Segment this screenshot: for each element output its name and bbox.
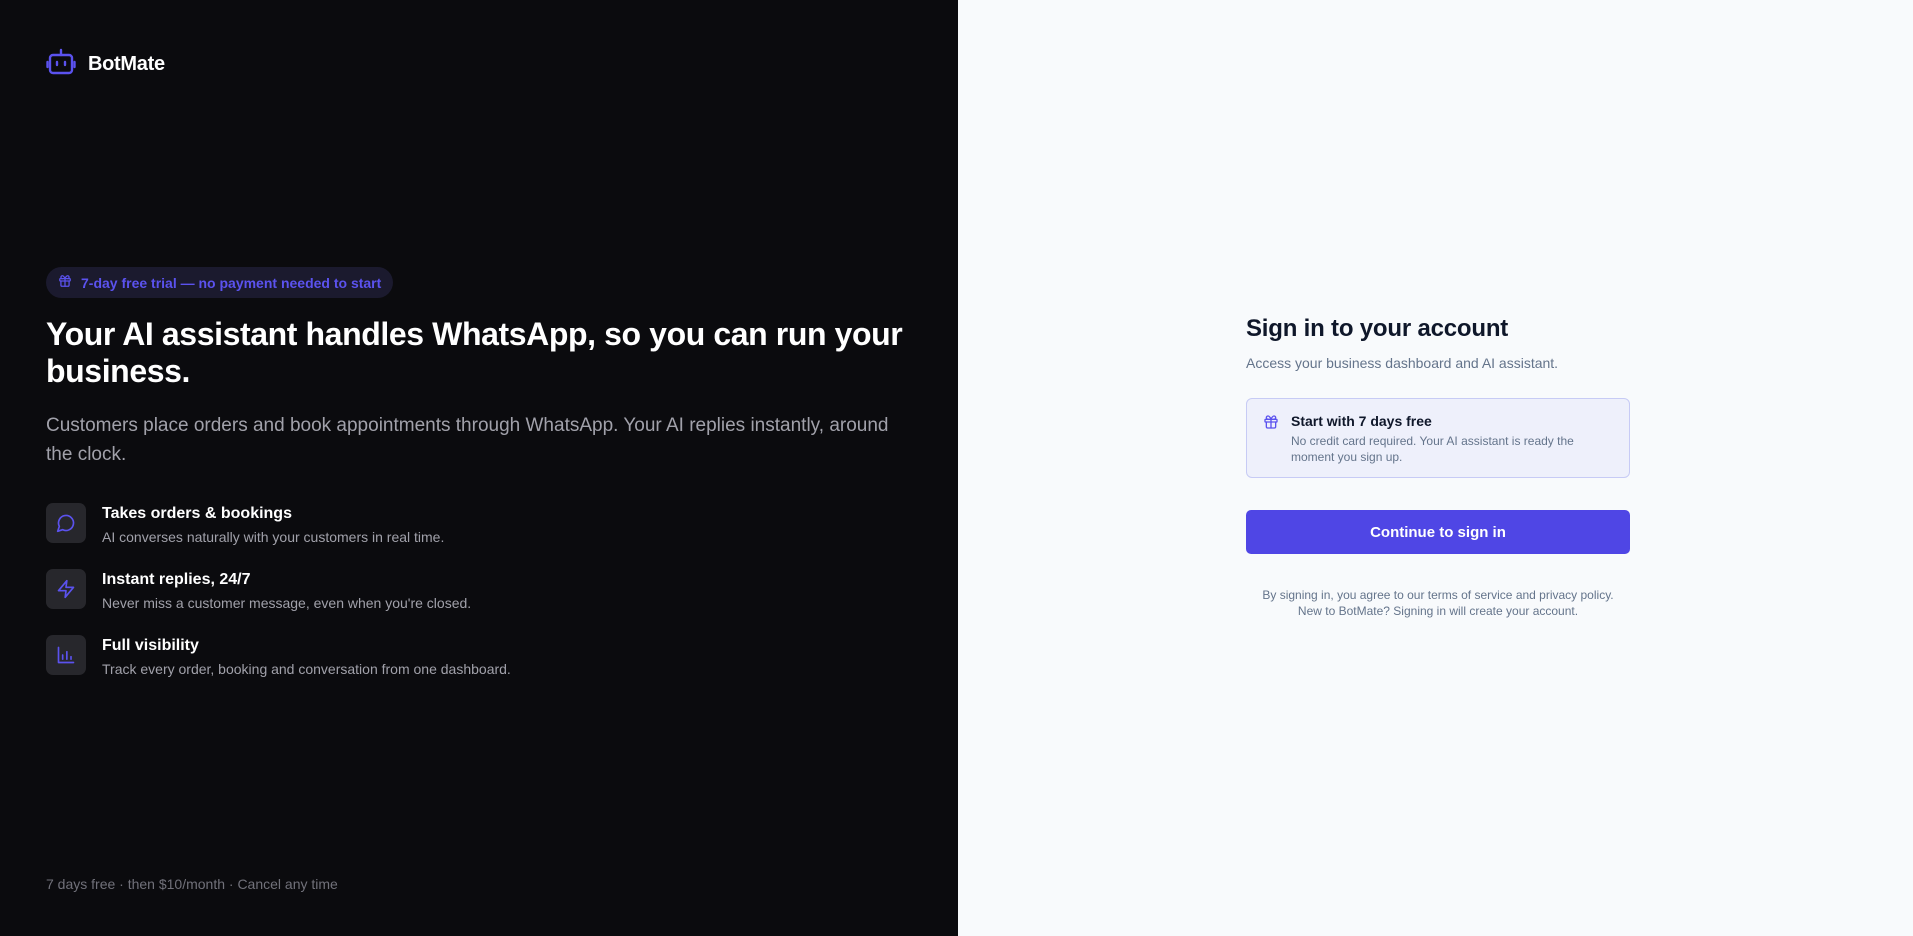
trial-info-card: Start with 7 days free No credit card re… xyxy=(1246,398,1630,478)
feature-title: Full visibility xyxy=(102,637,199,654)
lightning-icon xyxy=(46,569,86,609)
robot-icon xyxy=(46,48,76,81)
gift-icon xyxy=(1263,414,1279,465)
continue-sign-in-button[interactable]: Continue to sign in xyxy=(1246,510,1630,554)
feature-title: Takes orders & bookings xyxy=(102,505,292,522)
trial-card-description: No credit card required. Your AI assista… xyxy=(1291,434,1574,464)
marketing-panel: BotMate 7-day free trial — no payment ne… xyxy=(0,0,958,936)
signin-form: Sign in to your account Access your busi… xyxy=(1246,315,1630,619)
signin-panel: Sign in to your account Access your busi… xyxy=(958,0,1913,936)
feature-description: AI converses naturally with your custome… xyxy=(102,529,445,545)
pricing-note: 7 days free · then $10/month · Cancel an… xyxy=(46,876,338,892)
feature-list: Takes orders & bookings AI converses nat… xyxy=(46,503,916,701)
feature-item: Instant replies, 24/7 Never miss a custo… xyxy=(46,569,916,635)
hero-title: Your AI assistant handles WhatsApp, so y… xyxy=(46,316,903,389)
legal-terms-text: By signing in, you agree to our terms of… xyxy=(1262,588,1614,602)
signin-subtitle: Access your business dashboard and AI as… xyxy=(1246,355,1559,371)
gift-icon xyxy=(58,274,72,291)
feature-item: Takes orders & bookings AI converses nat… xyxy=(46,503,916,569)
signin-title: Sign in to your account xyxy=(1246,315,1509,342)
trial-card-title: Start with 7 days free xyxy=(1291,413,1432,429)
feature-description: Track every order, booking and conversat… xyxy=(102,661,511,677)
hero-section: 7-day free trial — no payment needed to … xyxy=(46,267,916,701)
legal-notice: By signing in, you agree to our terms of… xyxy=(1246,587,1630,619)
trial-badge-label: 7-day free trial — no payment needed to … xyxy=(81,274,382,291)
brand-logo[interactable]: BotMate xyxy=(46,48,165,81)
feature-item: Full visibility Track every order, booki… xyxy=(46,635,916,701)
feature-description: Never miss a customer message, even when… xyxy=(102,595,472,611)
hero-subtitle: Customers place orders and book appointm… xyxy=(46,415,889,465)
feature-title: Instant replies, 24/7 xyxy=(102,571,251,588)
legal-account-text: New to BotMate? Signing in will create y… xyxy=(1297,604,1579,618)
chat-bubble-icon xyxy=(46,503,86,543)
bar-chart-icon xyxy=(46,635,86,675)
trial-badge: 7-day free trial — no payment needed to … xyxy=(46,267,394,298)
brand-name: BotMate xyxy=(88,53,165,75)
